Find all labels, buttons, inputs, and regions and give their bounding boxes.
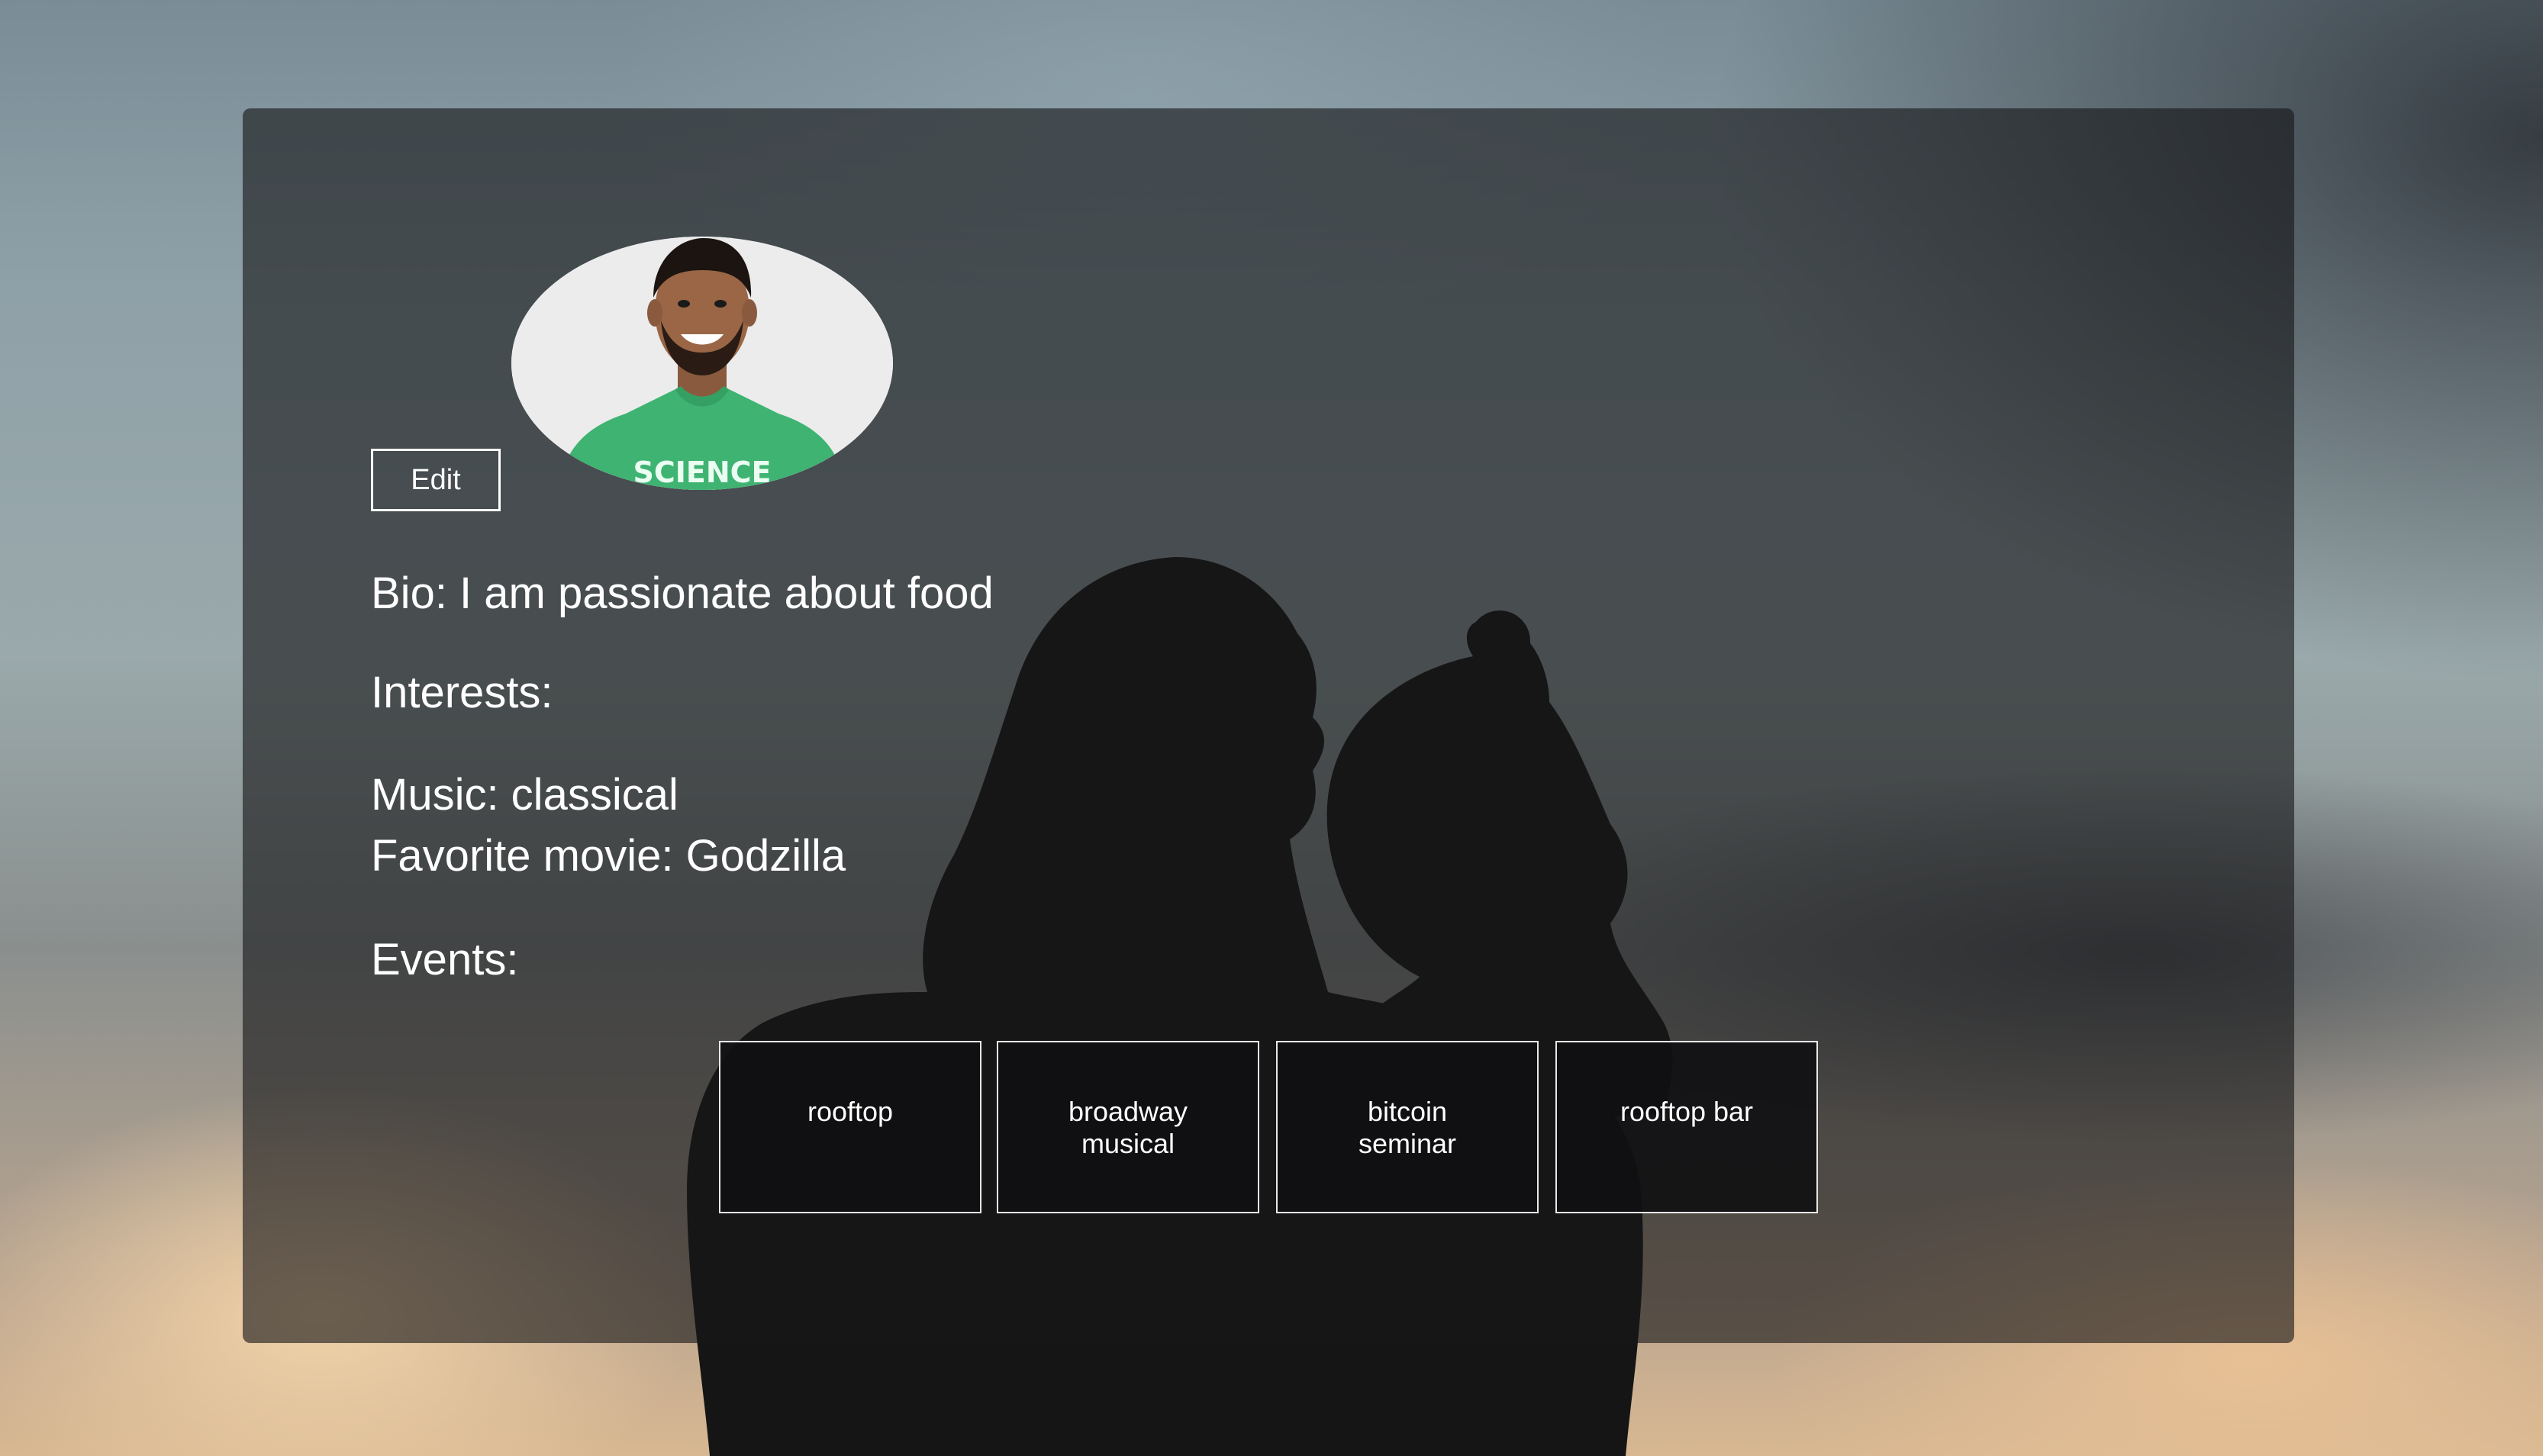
event-card-rooftop-bar[interactable]: rooftop bar	[1555, 1041, 1818, 1213]
event-card-bitcoin-seminar[interactable]: bitcoin seminar	[1276, 1041, 1539, 1213]
event-label: rooftop	[807, 1096, 894, 1127]
favorite-movie-text: Favorite movie: Godzilla	[371, 831, 846, 881]
event-label: rooftop bar	[1620, 1096, 1754, 1127]
events-heading: Events:	[371, 935, 519, 984]
event-card-broadway-musical[interactable]: broadway musical	[997, 1041, 1259, 1213]
interests-heading: Interests:	[371, 668, 553, 717]
bio-text: Bio: I am passionate about food	[371, 569, 994, 618]
edit-button[interactable]: Edit	[371, 449, 501, 511]
event-card-rooftop[interactable]: rooftop	[719, 1041, 981, 1213]
profile-photo-icon: SCIENCE	[511, 237, 893, 490]
avatar: SCIENCE	[511, 237, 893, 490]
shirt-text: SCIENCE	[633, 456, 771, 489]
music-text: Music: classical	[371, 770, 678, 820]
event-label: bitcoin seminar	[1358, 1096, 1457, 1159]
event-label: broadway musical	[1068, 1096, 1188, 1159]
